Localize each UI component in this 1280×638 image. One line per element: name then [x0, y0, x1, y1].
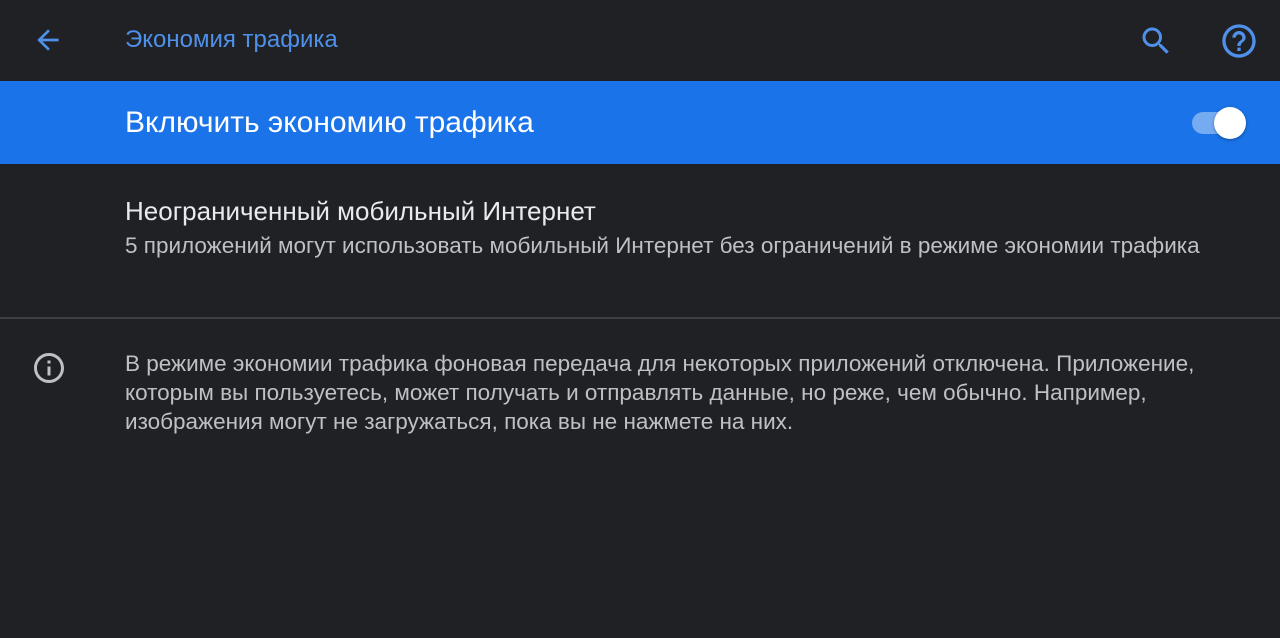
unlimited-mobile-data-item[interactable]: Неограниченный мобильный Интернет 5 прил… [0, 164, 1280, 317]
app-bar: Экономия трафика [0, 0, 1280, 81]
data-saver-info-text: В режиме экономии трафика фоновая переда… [125, 351, 1195, 434]
data-saver-master-switch[interactable]: Включить экономию трафика [0, 81, 1280, 164]
divider [0, 317, 1280, 319]
toggle-thumb [1214, 107, 1246, 139]
data-saver-screen: Экономия трафика Включить экономию трафи… [0, 0, 1280, 638]
search-button[interactable] [1134, 19, 1178, 63]
unlimited-data-summary: 5 приложений могут использовать мобильны… [125, 233, 1200, 258]
search-icon [1142, 27, 1169, 54]
help-button[interactable] [1216, 18, 1262, 64]
data-saver-toggle[interactable] [1192, 106, 1250, 140]
help-icon [1222, 24, 1256, 58]
unlimited-data-title: Неограниченный мобильный Интернет [125, 196, 596, 226]
master-switch-label: Включить экономию трафика [125, 106, 534, 139]
page-title: Экономия трафика [125, 26, 338, 53]
info-icon [34, 353, 64, 383]
arrow-back-icon [37, 29, 59, 51]
back-button[interactable] [26, 20, 70, 60]
